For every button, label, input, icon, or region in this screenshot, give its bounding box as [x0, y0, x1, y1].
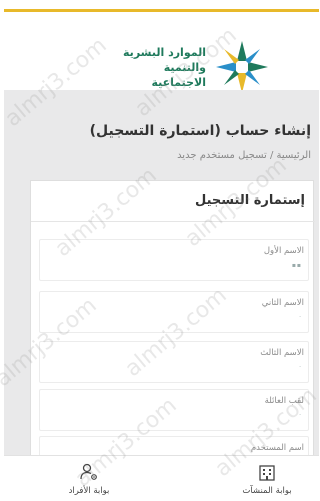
building-icon	[260, 465, 276, 481]
nav-establishments[interactable]: بوابة المنشآت	[233, 456, 303, 501]
brand-header: الموارد البشرية والتنمية الاجتماعية	[5, 12, 320, 93]
nav-label: بوابة المنشآت	[243, 486, 293, 496]
field-value: ·	[300, 314, 303, 321]
breadcrumb[interactable]: الرئيسية / تسجيل مستخدم جديد	[178, 150, 312, 161]
ministry-star-logo-icon	[217, 41, 269, 93]
brand-name-line1: الموارد البشرية	[124, 46, 207, 59]
field-label: الاسم الأول	[264, 246, 305, 256]
divider	[32, 221, 316, 222]
first-name-field[interactable]: الاسم الأول ▪▪	[40, 239, 310, 281]
field-label: الاسم الثالث	[261, 348, 305, 358]
field-value: ·	[300, 412, 303, 419]
bottom-nav: بوابة المنشآت بوابة الأفراد	[5, 455, 320, 501]
page-header: إنشاء حساب (استمارة التسجيل) الرئيسية / …	[5, 113, 320, 175]
second-name-field[interactable]: الاسم الثاني ·	[40, 291, 310, 333]
nav-individuals[interactable]: بوابة الأفراد	[55, 456, 125, 501]
field-label: الاسم الثاني	[262, 298, 305, 308]
top-status-bar	[5, 0, 320, 12]
form-title: إستمارة التسجيل	[196, 193, 306, 208]
page-title: إنشاء حساب (استمارة التسجيل)	[90, 123, 312, 139]
nav-label: بوابة الأفراد	[69, 486, 111, 496]
family-name-field[interactable]: لقب العائلة ·	[40, 389, 310, 431]
field-value: ·	[300, 364, 303, 371]
registration-form: إستمارة التسجيل الاسم الأول ▪▪ الاسم الث…	[31, 180, 316, 501]
brand-name: الموارد البشرية والتنمية الاجتماعية	[115, 45, 207, 90]
field-label: لقب العائلة	[265, 396, 305, 406]
field-label: اسم المستخدم	[251, 443, 305, 453]
field-value: ▪▪	[292, 262, 303, 269]
third-name-field[interactable]: الاسم الثالث ·	[40, 341, 310, 383]
user-gear-icon	[81, 463, 98, 480]
brand-name-line2: والتنمية الاجتماعية	[152, 61, 207, 89]
